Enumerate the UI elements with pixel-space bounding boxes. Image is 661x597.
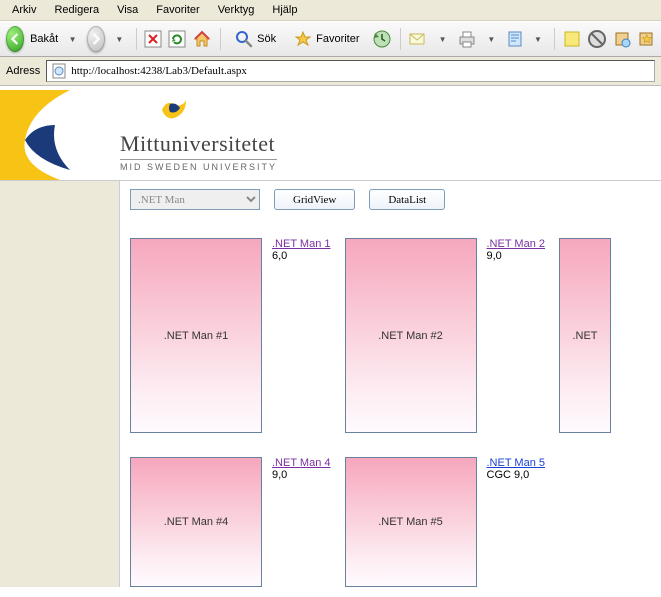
favorites-button[interactable]: Favoriter: [288, 27, 365, 51]
sidebar: [0, 181, 120, 587]
search-label: Sök: [257, 33, 276, 45]
controls-row: .NET Man GridView DataList: [130, 189, 651, 210]
list-item: .NET Man #1 .NET Man 1 6,0: [130, 238, 331, 433]
toolbar: Bakåt ▼ ▼ Sök Favoriter ▼ ▼ ▼: [0, 21, 661, 57]
tool2-button[interactable]: [637, 27, 655, 51]
separator: [400, 28, 401, 50]
edit-button[interactable]: [506, 27, 524, 51]
main-panel: .NET Man GridView DataList .NET Man #1 .…: [120, 181, 661, 587]
item-link[interactable]: .NET Man 4: [272, 457, 331, 469]
separator: [554, 28, 555, 50]
series-dropdown[interactable]: .NET Man: [130, 189, 260, 210]
item-link[interactable]: .NET Man 2: [487, 238, 546, 250]
menu-visa[interactable]: Visa: [109, 2, 146, 18]
menubar: Arkiv Redigera Visa Favoriter Verktyg Hj…: [0, 0, 661, 21]
menu-hjalp[interactable]: Hjälp: [264, 2, 305, 18]
mail-button[interactable]: [408, 27, 428, 51]
menu-arkiv[interactable]: Arkiv: [4, 2, 44, 18]
item-link[interactable]: .NET Man 5: [487, 457, 546, 469]
separator: [136, 28, 137, 50]
list-item: .NET: [559, 238, 611, 433]
item-thumb: .NET Man #1: [130, 238, 262, 433]
stop-button[interactable]: [144, 27, 162, 51]
item-thumb: .NET Man #5: [345, 457, 477, 587]
header-graphic: [0, 90, 120, 180]
favorites-label: Favoriter: [316, 33, 359, 45]
home-button[interactable]: [192, 27, 212, 51]
print-button[interactable]: [457, 27, 477, 51]
item-price: 6,0: [272, 250, 287, 262]
list-item: .NET Man #5 .NET Man 5 CGC 9,0: [345, 457, 546, 587]
item-price: CGC 9,0: [487, 469, 530, 481]
print-dropdown[interactable]: ▼: [483, 27, 500, 51]
back-label: Bakåt: [30, 33, 58, 45]
separator: [220, 28, 221, 50]
tool1-button[interactable]: [613, 27, 631, 51]
item-link[interactable]: .NET Man 1: [272, 238, 331, 250]
search-button[interactable]: Sök: [229, 27, 282, 51]
logo-name: Mittuniversitetet: [120, 131, 277, 157]
item-thumb: .NET Man #2: [345, 238, 477, 433]
item-thumb: .NET: [559, 238, 611, 433]
address-label: Adress: [6, 65, 40, 77]
item-price: 9,0: [487, 250, 502, 262]
address-bar: Adress: [0, 57, 661, 86]
page-body: .NET Man GridView DataList .NET Man #1 .…: [0, 180, 661, 587]
history-button[interactable]: [372, 27, 392, 51]
note-button[interactable]: [563, 27, 581, 51]
url-input[interactable]: [71, 65, 650, 77]
block-button[interactable]: [587, 27, 607, 51]
forward-dropdown[interactable]: ▼: [111, 27, 128, 51]
items-grid: .NET Man #1 .NET Man 1 6,0 .NET Man #2 .…: [130, 238, 651, 587]
logo-sub: MID SWEDEN UNIVERSITY: [120, 159, 277, 172]
menu-redigera[interactable]: Redigera: [46, 2, 107, 18]
back-button[interactable]: [6, 26, 24, 52]
gridview-button[interactable]: GridView: [274, 189, 355, 210]
datalist-button[interactable]: DataList: [369, 189, 445, 210]
back-dropdown[interactable]: ▼: [64, 27, 81, 51]
refresh-button[interactable]: [168, 27, 186, 51]
menu-verktyg[interactable]: Verktyg: [210, 2, 263, 18]
page-content: Mittuniversitetet MID SWEDEN UNIVERSITY …: [0, 86, 661, 587]
item-thumb: .NET Man #4: [130, 457, 262, 587]
list-item: .NET Man #4 .NET Man 4 9,0: [130, 457, 331, 587]
menu-favoriter[interactable]: Favoriter: [148, 2, 207, 18]
site-header: Mittuniversitetet MID SWEDEN UNIVERSITY: [0, 86, 661, 180]
forward-button[interactable]: [87, 26, 105, 52]
page-icon: [51, 63, 67, 79]
list-item: .NET Man #2 .NET Man 2 9,0: [345, 238, 546, 433]
edit-dropdown[interactable]: ▼: [530, 27, 547, 51]
logo-icon: [158, 96, 190, 124]
logo: Mittuniversitetet MID SWEDEN UNIVERSITY: [120, 86, 277, 180]
mail-dropdown[interactable]: ▼: [434, 27, 451, 51]
address-box[interactable]: [46, 60, 655, 82]
item-price: 9,0: [272, 469, 287, 481]
